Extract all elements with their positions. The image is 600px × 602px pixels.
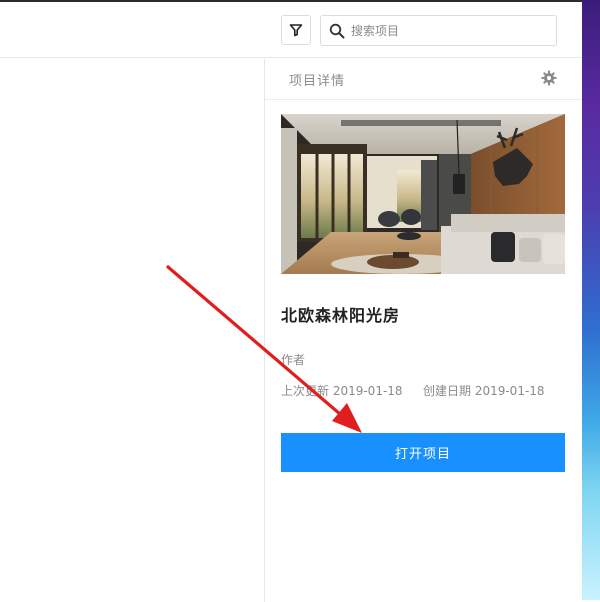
project-thumbnail[interactable]: [281, 114, 565, 274]
search-box[interactable]: [320, 15, 557, 46]
filter-button[interactable]: [281, 15, 311, 45]
project-list-area: [0, 59, 264, 602]
panel-title: 项目详情: [289, 74, 346, 89]
top-toolbar: [0, 2, 582, 58]
panel-header: 项目详情: [265, 59, 582, 100]
filter-icon: [289, 24, 303, 37]
app-window: 项目详情: [0, 0, 582, 602]
gear-icon[interactable]: [541, 70, 557, 86]
author-label: 作者: [281, 353, 306, 367]
project-details-panel: 项目详情 北欧森林阳光房 作者 上次更新 2019-01-18 创建日期 201…: [265, 59, 582, 602]
search-icon: [329, 23, 345, 39]
created-date-text: 创建日期 2019-01-18: [423, 384, 545, 398]
search-input[interactable]: [351, 20, 549, 41]
living-room-render-image: [281, 114, 565, 274]
desktop-background-edge: [582, 0, 600, 600]
project-name: 北欧森林阳光房: [281, 306, 401, 325]
last-updated-text: 上次更新 2019-01-18: [281, 384, 403, 398]
open-project-button[interactable]: 打开项目: [281, 433, 565, 472]
